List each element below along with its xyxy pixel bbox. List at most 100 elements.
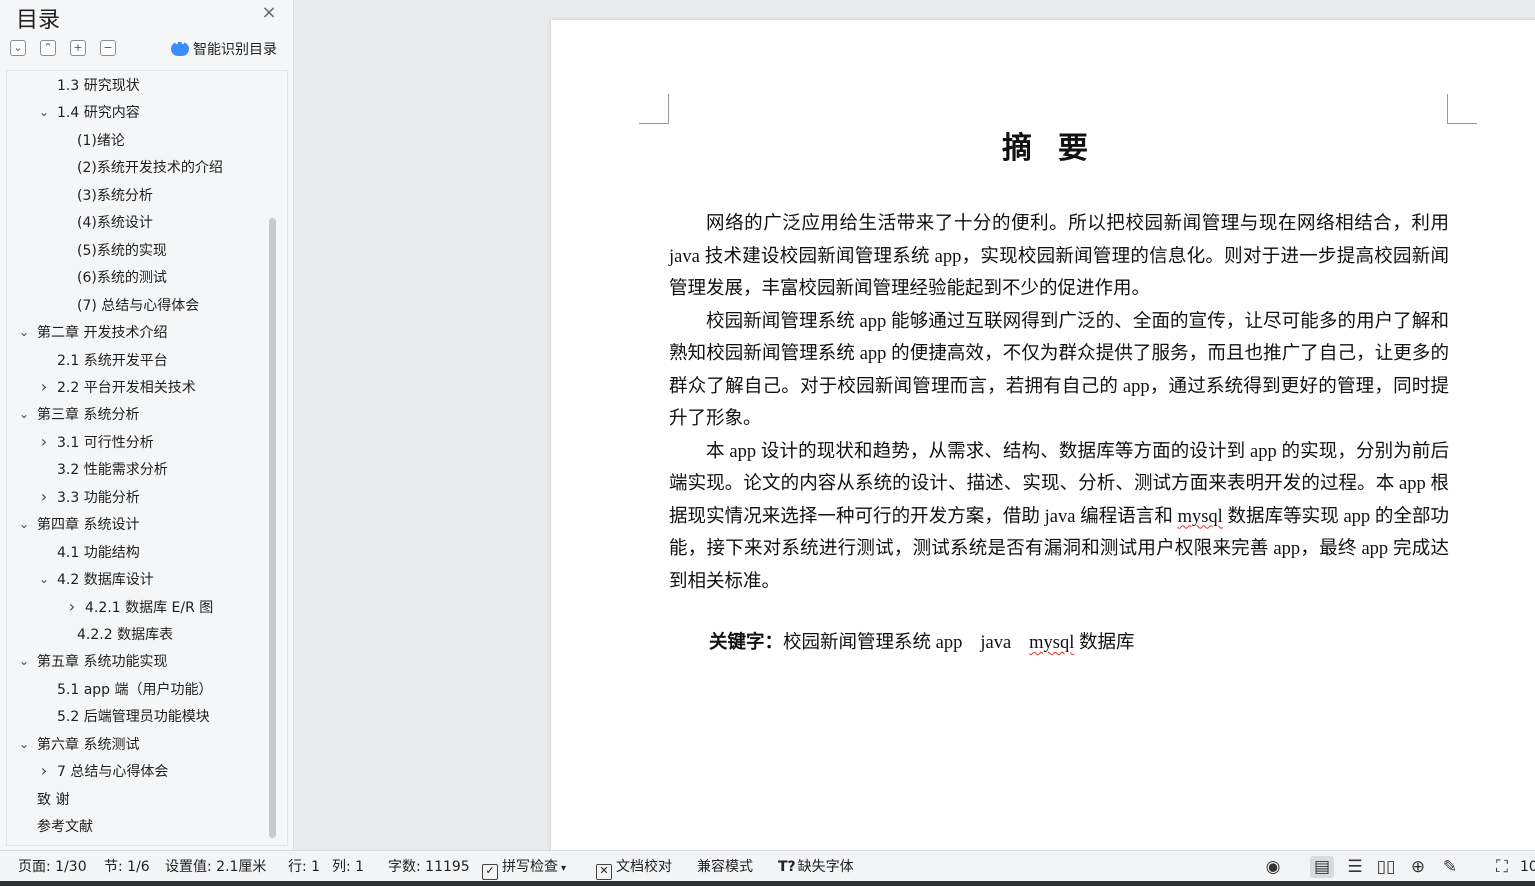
keyword-3-rest: 数据库: [1074, 633, 1135, 653]
status-wordcount[interactable]: 字数: 11195: [388, 857, 470, 877]
reading-view-icon[interactable]: ▯▯: [1374, 856, 1398, 878]
toc-item[interactable]: 4.1 功能结构: [37, 540, 140, 564]
remove-heading-icon[interactable]: −: [100, 40, 116, 56]
collapse-up-icon[interactable]: ⌃: [40, 40, 56, 56]
toc-item[interactable]: 2.1 系统开发平台: [37, 348, 168, 372]
toc-item[interactable]: › 3.1 可行性分析: [37, 430, 154, 454]
toc-item[interactable]: ⌄ 第四章 系统设计: [17, 512, 139, 536]
proofread-button[interactable]: ✕ 文档校对: [596, 857, 672, 880]
web-view-icon[interactable]: ⊕: [1406, 856, 1430, 878]
document-page[interactable]: 摘要 网络的广泛应用给生活带来了十分的便利。所以把校园新闻管理与现在网络相结合，…: [551, 20, 1535, 850]
toc-item[interactable]: 1.3 研究现状: [37, 73, 140, 97]
toc-item[interactable]: 4.2.2 数据库表: [57, 622, 173, 646]
chevron-down-icon[interactable]: ⌄: [17, 654, 31, 668]
chevron-right-icon[interactable]: ›: [37, 378, 51, 394]
chevron-right-icon[interactable]: ›: [65, 598, 79, 614]
toc-item-label: (1)绪论: [77, 132, 125, 149]
proofread-label: 文档校对: [616, 859, 672, 875]
spelling-error-mysql: mysql: [1177, 506, 1223, 527]
toc-item-label: 2.2 平台开发相关技术: [57, 379, 196, 396]
zoom-level[interactable]: 10: [1520, 857, 1535, 877]
toc-item-label: 第五章 系统功能实现: [37, 654, 168, 671]
toc-item[interactable]: 5.1 app 端（用户功能）: [37, 677, 213, 701]
toc-item[interactable]: (7) 总结与心得体会: [57, 293, 199, 317]
toc-item[interactable]: (1)绪论: [57, 128, 125, 152]
toc-item-label: 第二章 开发技术介绍: [37, 325, 168, 342]
chevron-down-icon[interactable]: ⌄: [37, 572, 51, 586]
toc-item-label: 4.2.2 数据库表: [77, 627, 174, 643]
close-icon[interactable]: ×: [260, 4, 278, 22]
status-page[interactable]: 页面: 1/30: [18, 857, 87, 877]
toc-item[interactable]: (6)系统的测试: [57, 265, 167, 289]
chevron-down-icon[interactable]: ⌄: [17, 325, 31, 339]
toc-item[interactable]: (4)系统设计: [57, 210, 153, 234]
toc-item[interactable]: › 7 总结与心得体会: [37, 759, 169, 783]
missing-font-label: 缺失字体: [797, 859, 854, 875]
toc-item-label: 参考文献: [37, 819, 93, 836]
page-title: 摘要: [1002, 131, 1114, 166]
smart-toc-button[interactable]: 智能识别目录: [171, 39, 277, 59]
toc-item[interactable]: (3)系统分析: [57, 183, 153, 207]
collapse-down-icon[interactable]: ⌄: [10, 40, 26, 56]
toc-item[interactable]: ⌄ 4.2 数据库设计: [37, 567, 154, 591]
toc-item[interactable]: (2)系统开发技术的介绍: [57, 155, 223, 179]
toc-title: 目录: [16, 8, 61, 33]
taskbar-edge: [0, 881, 1535, 886]
paragraph-3: 本 app 设计的现状和趋势，从需求、结构、数据库等方面的设计到 app 的实现…: [669, 436, 1449, 599]
status-section[interactable]: 节: 1/6: [104, 857, 150, 877]
toc-item[interactable]: 5.2 后端管理员功能模块: [37, 704, 210, 728]
fit-page-icon[interactable]: ⛶: [1490, 856, 1514, 878]
toc-item[interactable]: 参考文献: [17, 814, 93, 838]
toc-item[interactable]: ⌄ 第六章 系统测试: [17, 732, 139, 756]
toc-item-label: 第六章 系统测试: [37, 736, 140, 753]
toc-scrollbar[interactable]: [269, 218, 276, 838]
keyword-3-spell: mysql: [1029, 633, 1075, 653]
toc-item[interactable]: › 3.3 功能分析: [37, 485, 140, 509]
smart-toc-label: 智能识别目录: [193, 42, 277, 58]
chevron-down-icon[interactable]: ⌄: [17, 517, 31, 531]
toc-item[interactable]: (5)系统的实现: [57, 238, 167, 262]
toc-item[interactable]: › 2.2 平台开发相关技术: [37, 375, 196, 399]
add-heading-icon[interactable]: +: [70, 40, 86, 56]
ai-cloud-icon: [171, 39, 189, 56]
compat-mode-button[interactable]: 兼容模式: [697, 857, 753, 877]
chevron-right-icon[interactable]: ›: [37, 488, 51, 504]
eye-protection-icon[interactable]: ◉: [1261, 856, 1285, 878]
chevron-down-icon[interactable]: ⌄: [37, 105, 51, 119]
spellcheck-button[interactable]: ✓ 拼写检查 ▾: [482, 857, 566, 880]
toc-item[interactable]: 3.2 性能需求分析: [37, 457, 168, 481]
missing-font-button[interactable]: T? 缺失字体: [778, 857, 854, 877]
page-view-icon[interactable]: ▤: [1310, 856, 1334, 878]
toc-item-label: (2)系统开发技术的介绍: [77, 160, 223, 177]
chevron-right-icon[interactable]: ›: [37, 763, 51, 779]
toc-item[interactable]: ⌄ 第三章 系统分析: [17, 402, 139, 426]
toc-item[interactable]: 致 谢: [17, 787, 69, 811]
toc-item[interactable]: › 4.2.1 数据库 E/R 图: [65, 595, 213, 619]
pen-icon[interactable]: ✎: [1438, 856, 1462, 878]
toc-item-label: 4.2 数据库设计: [57, 572, 154, 589]
status-bar: 页面: 1/30 节: 1/6 设置值: 2.1厘米 行: 1 列: 1 字数:…: [0, 850, 1535, 881]
chevron-down-icon[interactable]: ⌄: [17, 407, 31, 421]
toc-toolbar: ⌄ ⌃ + −: [10, 40, 130, 58]
toc-item-label: 1.4 研究内容: [57, 105, 140, 122]
status-setting[interactable]: 设置值: 2.1厘米: [165, 857, 266, 877]
toc-item-label: (6)系统的测试: [77, 270, 167, 287]
toc-item[interactable]: ⌄ 第二章 开发技术介绍: [17, 320, 167, 344]
toc-item-label: 3.2 性能需求分析: [57, 462, 168, 479]
crop-mark-top-right: [1447, 94, 1477, 124]
chevron-right-icon[interactable]: ›: [37, 433, 51, 449]
toc-item-label: 1.3 研究现状: [57, 78, 140, 94]
toc-item-label: 4.2.1 数据库 E/R 图: [85, 599, 214, 616]
proofread-icon: ✕: [596, 864, 612, 880]
outline-view-icon[interactable]: ☰: [1343, 856, 1367, 878]
crop-mark-top-left: [639, 94, 669, 124]
toc-item[interactable]: ⌄ 1.4 研究内容: [37, 100, 140, 124]
document-area: 摘要 网络的广泛应用给生活带来了十分的便利。所以把校园新闻管理与现在网络相结合，…: [295, 0, 1535, 850]
chevron-down-icon[interactable]: ⌄: [17, 737, 31, 751]
toc-item[interactable]: ⌄ 第五章 系统功能实现: [17, 649, 167, 673]
